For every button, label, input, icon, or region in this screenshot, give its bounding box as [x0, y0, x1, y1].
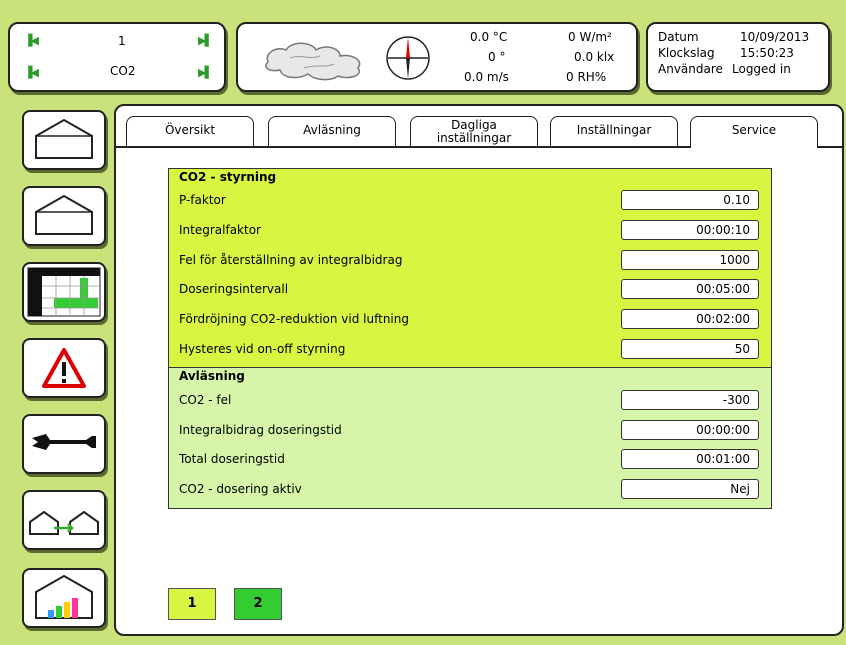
date-label: Datum — [658, 30, 699, 44]
tab-dagliga-installningar[interactable]: Dagliga inställningar — [410, 116, 538, 146]
tab-service[interactable]: Service — [690, 116, 818, 148]
selector-row2-value: CO2 — [110, 64, 136, 78]
angle-value: 0 ° — [488, 50, 506, 64]
p-factor-field[interactable]: 0.10 — [621, 190, 759, 210]
prev-icon[interactable]: ▐◀ — [24, 34, 39, 47]
greenhouse-icon — [35, 118, 93, 159]
wrench-icon — [32, 434, 96, 450]
time-value: 15:50:23 — [740, 46, 794, 60]
hysteresis-field[interactable]: 50 — [621, 339, 759, 359]
date-value: 10/09/2013 — [740, 30, 810, 44]
dosing-active-field[interactable]: Nej — [621, 479, 759, 499]
selector-row1-value: 1 — [118, 34, 126, 48]
cloud-icon — [265, 42, 361, 81]
greenhouse-button[interactable] — [22, 186, 106, 246]
tab-oversikt[interactable]: Översikt — [126, 116, 254, 146]
next-icon[interactable]: ▶▌ — [198, 66, 213, 79]
co2-reduction-delay-field[interactable]: 00:02:00 — [621, 309, 759, 329]
greenhouse-transfer-button[interactable] — [22, 490, 106, 550]
row-label: P-faktor — [179, 193, 226, 207]
service-button[interactable] — [22, 414, 106, 474]
user-value: Logged in — [732, 62, 791, 76]
reading-section: Avläsning CO2 - fel -300 Integralbidrag … — [168, 367, 772, 509]
greenhouse-transfer-icon — [29, 510, 99, 535]
row-label: CO2 - fel — [179, 393, 232, 407]
user-label: Användare — [658, 62, 723, 76]
total-dosing-time-field[interactable]: 00:01:00 — [621, 449, 759, 469]
weather-panel: 0.0 °C 0 ° 0.0 m/s 0 W/m² 0.0 klx 0 RH% — [236, 22, 638, 92]
radiation-value: 0 W/m² — [568, 30, 612, 44]
page-2-button[interactable]: 2 — [234, 588, 282, 620]
row-label: Fel för återställning av integralbidrag — [179, 253, 403, 267]
row-label: Doseringsintervall — [179, 282, 289, 296]
row-label: Total doseringstid — [179, 452, 285, 466]
section-title: Avläsning — [179, 369, 245, 383]
greenhouse-overview-button[interactable] — [22, 110, 106, 170]
info-panel: Datum 10/09/2013 Klockslag 15:50:23 Anvä… — [646, 22, 830, 92]
section-title: CO2 - styrning — [179, 170, 277, 184]
row-label: Integralbidrag doseringstid — [179, 423, 342, 437]
page-1-button[interactable]: 1 — [168, 588, 216, 620]
row-label: CO2 - dosering aktiv — [179, 482, 302, 496]
temperature-value: 0.0 °C — [470, 30, 508, 44]
row-label: Fördröjning CO2-reduktion vid luftning — [179, 312, 409, 326]
next-icon[interactable]: ▶▌ — [198, 34, 213, 47]
prev-icon[interactable]: ▐◀ — [24, 66, 39, 79]
greenhouse-icon — [35, 194, 93, 235]
greenhouse-chart-icon — [35, 574, 93, 619]
co2-error-field[interactable]: -300 — [621, 390, 759, 410]
row-label: Hysteres vid on-off styrning — [179, 342, 346, 356]
tab-installningar[interactable]: Inställningar — [550, 116, 678, 146]
greenhouse-chart-button[interactable] — [22, 568, 106, 628]
light-value: 0.0 klx — [574, 50, 615, 64]
alarm-button[interactable] — [22, 338, 106, 398]
integral-reset-error-field[interactable]: 1000 — [621, 250, 759, 270]
dosing-interval-field[interactable]: 00:05:00 — [621, 279, 759, 299]
humidity-value: 0 RH% — [566, 70, 607, 84]
integral-factor-field[interactable]: 00:00:10 — [621, 220, 759, 240]
integral-dosing-time-field[interactable]: 00:00:00 — [621, 420, 759, 440]
time-label: Klockslag — [658, 46, 715, 60]
co2-control-section: CO2 - styrning P-faktor 0.10 Integralfak… — [168, 168, 772, 368]
wind-compass-icon — [386, 36, 430, 80]
selector-panel: ▐◀ 1 ▶▌ ▐◀ CO2 ▶▌ — [8, 22, 226, 92]
row-label: Integralfaktor — [179, 223, 261, 237]
warning-icon — [42, 348, 86, 388]
schedule-button[interactable] — [22, 262, 106, 322]
tab-avlasning[interactable]: Avläsning — [268, 116, 396, 146]
schedule-grid-icon — [27, 267, 101, 317]
wind-speed-value: 0.0 m/s — [464, 70, 509, 84]
